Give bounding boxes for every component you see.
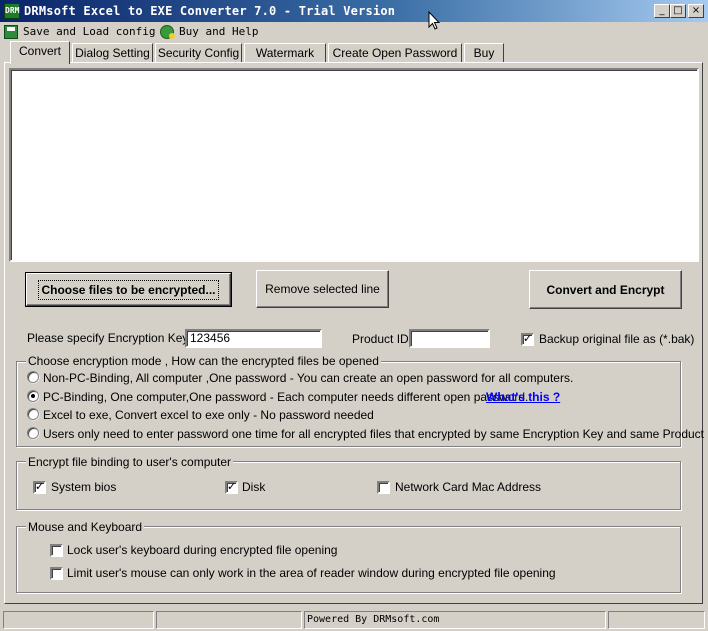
save-icon [4, 24, 18, 39]
tab-watermark[interactable]: Watermark [244, 43, 326, 63]
tab-create-open-password[interactable]: Create Open Password [328, 43, 462, 63]
system-bios-checkbox[interactable]: ✓ [33, 481, 46, 494]
encryption-mode-title: Choose encryption mode , How can the enc… [26, 354, 381, 368]
menu-buy-help-label: Buy and Help [179, 25, 259, 38]
mode-label-non-pc-binding: Non-PC-Binding, All computer ,One passwo… [43, 371, 574, 385]
disk-label: Disk [242, 480, 266, 494]
status-powered-by: Powered By DRMsoft.com [304, 611, 606, 629]
mode-label-excel-to-exe: Excel to exe, Convert excel to exe only … [43, 408, 374, 422]
status-cell-4 [608, 611, 705, 629]
menu-save-load-config[interactable]: Save and Load config [4, 23, 155, 40]
status-cell-1 [3, 611, 154, 629]
system-bios-label: System bios [51, 480, 117, 494]
menu-bar: Save and Load config Buy and Help [0, 22, 708, 41]
choose-files-button[interactable]: Choose files to be encrypted... [25, 272, 232, 307]
tab-buy[interactable]: Buy [464, 43, 504, 63]
tab-convert[interactable]: Convert [10, 41, 70, 64]
maximize-button[interactable]: □ [670, 4, 686, 18]
mouse-keyboard-group [16, 526, 681, 593]
file-list[interactable] [9, 68, 699, 262]
tab-security-config[interactable]: Security Config [155, 43, 242, 63]
whats-this-link[interactable]: What's this ? [486, 390, 560, 404]
mouse-pointer-icon [428, 11, 440, 30]
network-mac-label: Network Card Mac Address [395, 480, 542, 494]
window-title: DRMsoft Excel to EXE Converter 7.0 - Tri… [24, 4, 396, 18]
mode-radio-pc-binding[interactable] [27, 390, 39, 402]
mode-radio-one-time-password[interactable] [27, 427, 39, 439]
tab-dialog-setting[interactable]: Dialog Setting [72, 43, 153, 63]
close-button[interactable]: × [688, 4, 704, 18]
backup-checkbox[interactable]: ✓ [521, 333, 534, 346]
menu-save-load-label: Save and Load config [23, 25, 156, 38]
binding-group-title: Encrypt file binding to user's computer [26, 455, 234, 469]
backup-label: Backup original file as (*.bak) [539, 332, 695, 346]
mode-label-one-time-password: Users only need to enter password one ti… [43, 427, 708, 441]
mode-radio-non-pc-binding[interactable] [27, 371, 39, 383]
radio-selected-dot [31, 394, 35, 398]
encryption-key-label: Please specify Encryption Key [27, 331, 189, 345]
status-cell-2 [156, 611, 302, 629]
mode-radio-excel-to-exe[interactable] [27, 408, 39, 420]
lock-keyboard-checkbox[interactable] [50, 544, 63, 557]
limit-mouse-label: Limit user's mouse can only work in the … [67, 566, 556, 580]
encryption-key-input[interactable]: 123456 [185, 329, 322, 348]
choose-files-label: Choose files to be encrypted... [38, 279, 219, 300]
mouse-keyboard-title: Mouse and Keyboard [26, 520, 145, 534]
limit-mouse-checkbox[interactable] [50, 567, 63, 580]
lock-keyboard-label: Lock user's keyboard during encrypted fi… [67, 543, 338, 557]
network-mac-checkbox[interactable] [377, 481, 390, 494]
convert-label: Convert and Encrypt [546, 282, 665, 297]
remove-line-label: Remove selected line [265, 282, 380, 296]
title-bar[interactable]: DRM DRMsoft Excel to EXE Converter 7.0 -… [0, 0, 708, 22]
mode-label-pc-binding: PC-Binding, One computer,One password - … [43, 390, 529, 404]
product-id-input[interactable] [409, 329, 490, 348]
minimize-button[interactable]: _ [654, 4, 670, 18]
disk-checkbox[interactable]: ✓ [225, 481, 238, 494]
help-icon [160, 24, 175, 39]
app-icon: DRM [4, 3, 20, 19]
remove-selected-line-button[interactable]: Remove selected line [256, 270, 389, 308]
convert-encrypt-button[interactable]: Convert and Encrypt [529, 270, 682, 309]
product-id-label: Product ID [352, 332, 409, 346]
menu-buy-help[interactable]: Buy and Help [160, 23, 258, 40]
